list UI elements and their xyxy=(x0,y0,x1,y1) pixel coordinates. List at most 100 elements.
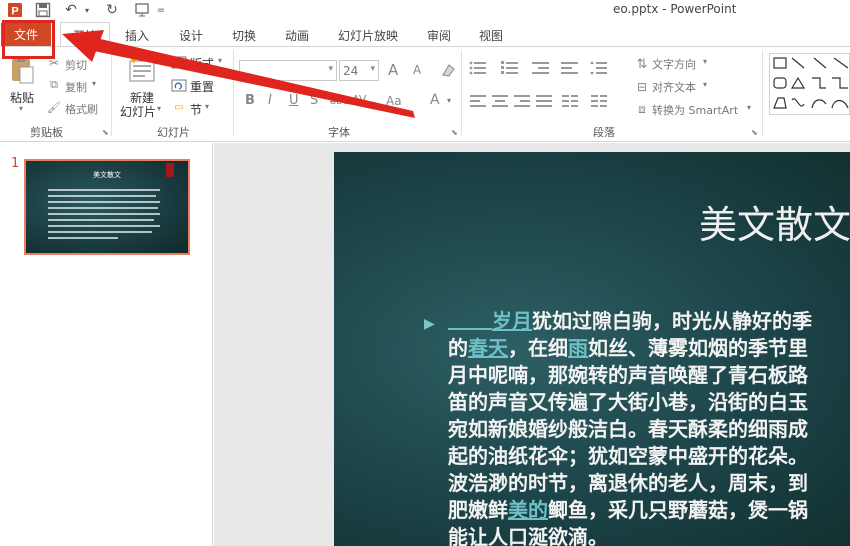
format-painter-label[interactable]: 格式刷 xyxy=(65,101,98,117)
save-icon[interactable] xyxy=(34,1,52,19)
font-color-dropdown-icon[interactable]: ▾ xyxy=(447,96,451,105)
body-line-5[interactable]: 宛如新娘婚纱般洁白。春天酥柔的细雨成 xyxy=(448,416,808,443)
section-icon[interactable]: ▭ xyxy=(171,100,187,114)
body-line-3[interactable]: 月中呢喃，那婉转的声音唤醒了青石板路 xyxy=(448,362,808,389)
font-color-button[interactable]: A xyxy=(430,92,440,108)
tab-view[interactable]: 视图 xyxy=(479,24,503,46)
copy-icon[interactable]: ⧉ xyxy=(47,78,61,92)
body-line-2[interactable]: 的春天，在细雨如丝、薄雾如烟的季节里 xyxy=(448,335,808,362)
tab-review[interactable]: 审阅 xyxy=(427,24,451,46)
change-case-button[interactable]: Aa xyxy=(386,94,402,108)
new-slide-icon[interactable]: ✱ xyxy=(126,54,158,84)
clipboard-launcher-icon[interactable]: ⬊ xyxy=(102,128,109,137)
thumbnail-line xyxy=(48,195,156,197)
smartart-dropdown-icon[interactable]: ▾ xyxy=(747,103,751,112)
italic-button[interactable]: I xyxy=(268,93,272,108)
paste-dropdown-icon[interactable]: ▾ xyxy=(19,104,23,113)
line-spacing-icon[interactable] xyxy=(590,60,608,76)
align-left-icon[interactable] xyxy=(469,94,487,108)
start-from-beginning-icon[interactable] xyxy=(132,1,154,19)
clear-formatting-icon[interactable] xyxy=(439,60,457,80)
tab-design[interactable]: 设计 xyxy=(179,24,203,46)
shadow-button[interactable]: S xyxy=(310,93,318,108)
body-line-9[interactable]: 能让人口涎欲滴。 xyxy=(448,524,608,546)
powerpoint-logo-icon: P xyxy=(6,1,24,19)
strikethrough-button[interactable]: abc xyxy=(330,96,348,107)
text-direction-dropdown-icon[interactable]: ▾ xyxy=(703,57,707,66)
font-group-label: 字体 xyxy=(328,126,350,139)
body-line-8[interactable]: 肥嫩鲜美的鲫鱼，采几只野蘑菇，煲一锅 xyxy=(448,497,808,524)
section-label[interactable]: 节 xyxy=(190,101,202,118)
body-text-highlight: 雨 xyxy=(568,336,588,360)
copy-label[interactable]: 复制 xyxy=(65,79,87,95)
section-dropdown-icon[interactable]: ▾ xyxy=(205,102,209,111)
new-slide-label-2[interactable]: 幻灯片 xyxy=(120,103,156,120)
font-size-dropdown-icon[interactable]: ▾ xyxy=(370,64,375,74)
slide-thumbnail[interactable]: 美文散文 xyxy=(24,159,190,255)
decrease-indent-icon[interactable] xyxy=(532,60,550,76)
slide-canvas[interactable]: 美文散文 ▶ 岁月犹如过隙白驹，时光从静好的季 的春天，在细雨如丝、薄雾如烟的季… xyxy=(334,152,850,546)
redo-icon[interactable]: ↻ xyxy=(103,1,121,19)
format-painter-icon[interactable]: 🖌 xyxy=(47,100,61,114)
clipboard-group-label: 剪贴板 xyxy=(30,126,63,139)
body-text: 的 xyxy=(448,336,468,360)
align-text-dropdown-icon[interactable]: ▾ xyxy=(703,80,707,89)
numbering-icon[interactable] xyxy=(501,60,519,76)
tab-animations[interactable]: 动画 xyxy=(285,24,309,46)
thumbnail-text-lines xyxy=(48,189,160,243)
align-text-label[interactable]: 对齐文本 xyxy=(652,79,696,95)
justify-icon[interactable] xyxy=(535,94,553,108)
align-center-icon[interactable] xyxy=(491,94,509,108)
slide-title[interactable]: 美文散文 xyxy=(699,194,850,249)
undo-dropdown-icon[interactable]: ▾ xyxy=(82,1,92,19)
text-direction-icon[interactable]: ⇅ xyxy=(634,56,650,72)
svg-text:P: P xyxy=(11,6,18,18)
tab-home[interactable]: 开始 xyxy=(60,22,110,47)
align-right-icon[interactable] xyxy=(513,94,531,108)
shapes-gallery[interactable] xyxy=(769,53,850,115)
layout-dropdown-icon[interactable]: ▾ xyxy=(218,56,222,65)
bullets-icon[interactable] xyxy=(469,60,487,76)
body-line-6[interactable]: 起的油纸花伞；犹如空蒙中盛开的花朵。 xyxy=(448,443,808,470)
tab-insert[interactable]: 插入 xyxy=(125,24,149,46)
font-name-dropdown-icon[interactable]: ▾ xyxy=(328,64,333,74)
thumbnail-title: 美文散文 xyxy=(93,171,121,179)
copy-dropdown-icon[interactable]: ▾ xyxy=(92,79,96,88)
body-text-highlight: 岁月 xyxy=(492,309,532,333)
shrink-font-button[interactable]: A xyxy=(413,63,421,77)
indent-underline xyxy=(448,312,492,330)
layout-icon[interactable] xyxy=(171,55,187,69)
thumbnail-line xyxy=(48,237,118,239)
paragraph-launcher-icon[interactable]: ⬊ xyxy=(751,128,758,137)
underline-button[interactable]: U xyxy=(289,93,299,108)
smartart-icon[interactable]: ⧈ xyxy=(634,101,650,117)
body-line-7[interactable]: 波浩渺的时节，离退休的老人，周末，到 xyxy=(448,470,808,497)
tab-slideshow[interactable]: 幻灯片放映 xyxy=(338,24,398,46)
text-direction-label[interactable]: 文字方向 xyxy=(652,56,696,72)
tab-transitions[interactable]: 切换 xyxy=(232,24,256,46)
font-size-value: 24 xyxy=(343,64,359,78)
bold-button[interactable]: B xyxy=(245,93,255,108)
body-line-1[interactable]: 岁月犹如过隙白驹，时光从静好的季 xyxy=(448,308,812,335)
columns-icon[interactable] xyxy=(590,94,608,108)
thumbnail-line xyxy=(48,219,154,221)
reset-label[interactable]: 重置 xyxy=(190,78,214,95)
increase-indent-icon[interactable] xyxy=(561,60,579,76)
thumbnail-line xyxy=(48,225,160,227)
grow-font-button[interactable]: A xyxy=(388,61,398,79)
paragraph-group-label: 段落 xyxy=(593,126,615,139)
cut-label[interactable]: 剪切 xyxy=(65,57,87,73)
font-launcher-icon[interactable]: ⬊ xyxy=(451,128,458,137)
customize-qat-icon[interactable]: = xyxy=(156,1,166,19)
reset-icon[interactable] xyxy=(171,78,187,92)
layout-label[interactable]: 版式 xyxy=(190,55,214,72)
undo-icon[interactable]: ↶ xyxy=(62,1,80,19)
distributed-icon[interactable] xyxy=(561,94,579,108)
smartart-label[interactable]: 转换为 SmartArt xyxy=(652,102,738,118)
font-size-combo[interactable]: 24 ▾ xyxy=(339,60,379,81)
align-text-icon[interactable]: ⊟ xyxy=(634,79,650,95)
font-name-combo[interactable]: ▾ xyxy=(239,60,337,81)
new-slide-dropdown-icon[interactable]: ▾ xyxy=(157,104,161,113)
body-line-4[interactable]: 笛的声音又传遍了大街小巷，沿街的白玉 xyxy=(448,389,808,416)
char-spacing-button[interactable]: AV xyxy=(352,93,366,106)
